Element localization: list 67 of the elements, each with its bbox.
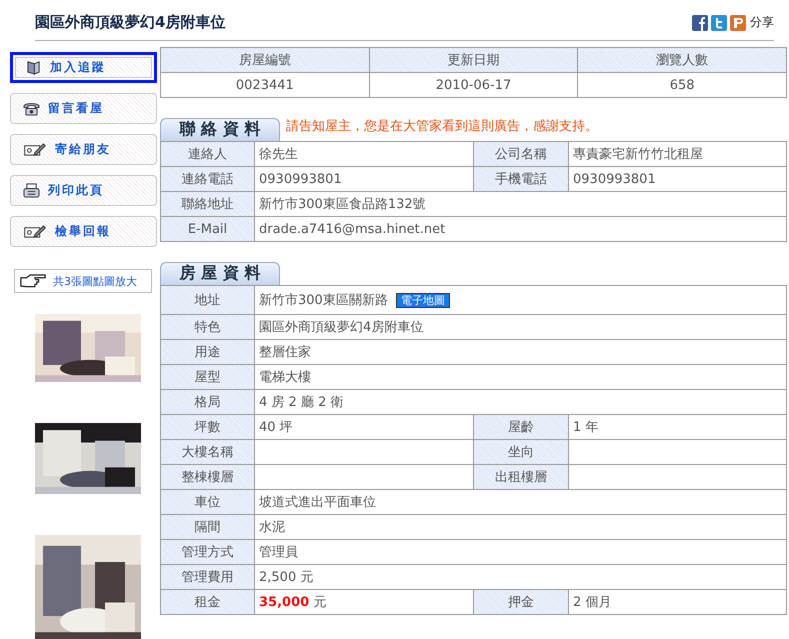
field-label: 手機電話: [474, 166, 568, 192]
pointing-hand-icon: [19, 272, 47, 290]
field-value: 新竹市300東區食品路132號: [254, 192, 786, 216]
field-value: 40 坪: [259, 420, 293, 435]
field-label: 整棟樓層: [160, 464, 254, 490]
field-label: 管理費用: [160, 564, 254, 590]
field-label: 特色: [160, 314, 254, 340]
phone-icon: [23, 101, 40, 116]
field-label: 大樓名稱: [160, 440, 254, 464]
field-value: 徐先生: [254, 142, 474, 166]
field-value: 2,500 元: [259, 570, 314, 585]
field-label: 公司名稱: [474, 142, 568, 166]
table-cell: 2010-06-17: [369, 72, 578, 98]
field-value: 整層住家: [259, 345, 311, 360]
table-cell: 658: [578, 72, 786, 98]
notice-text: 請告知屋主，您是在大管家看到這則廣告，感謝支持。: [286, 118, 598, 136]
field-label: 出租樓層: [474, 464, 568, 490]
column-header: 房屋編號: [160, 48, 370, 72]
field-value: 4 房 2 廳 2 衛: [259, 395, 344, 410]
field-value: 0930993801: [254, 166, 474, 192]
field-value: 新竹市300東區關新路: [259, 293, 388, 308]
field-value: 專責豪宅新竹竹北租屋: [568, 142, 786, 166]
field-label: 連絡電話: [160, 166, 254, 192]
action-button[interactable]: 寄給朋友: [10, 134, 157, 165]
field-label: 地址: [160, 286, 254, 314]
field-value: 水泥: [259, 520, 285, 535]
field-label: 聯絡地址: [160, 192, 254, 216]
action-button[interactable]: 加入追蹤: [10, 52, 157, 83]
page-title: 園區外商頂級夢幻4房附車位: [35, 13, 226, 32]
field-label: 管理方式: [160, 540, 254, 564]
pencil-card-icon: [23, 142, 47, 157]
field-value: 0930993801: [568, 166, 786, 192]
pencil-card-icon: [23, 224, 47, 239]
field-value: 電梯大樓: [259, 370, 311, 385]
field-value: 35,000 元: [259, 595, 326, 610]
action-button[interactable]: 留言看屋: [10, 93, 157, 124]
map-link[interactable]: 電子地圖: [396, 293, 450, 308]
field-value: 園區外商頂級夢幻4房附車位: [259, 320, 424, 335]
field-value: 2 個月: [573, 595, 612, 610]
column-header: 更新日期: [369, 48, 578, 72]
action-button[interactable]: 檢舉回報: [10, 216, 157, 247]
field-value: drade.a7416@msa.hinet.net: [254, 216, 786, 242]
column-header: 瀏覽人數: [578, 48, 786, 72]
field-label: 車位: [160, 490, 254, 514]
facebook-icon[interactable]: [692, 14, 708, 30]
twitter-icon[interactable]: [711, 14, 727, 30]
field-label: 坐向: [474, 440, 568, 464]
field-label: 押金: [474, 590, 568, 614]
field-value: 1 年: [573, 420, 598, 435]
field-value: 坡道式進出平面車位: [259, 495, 376, 510]
share-label[interactable]: 分享: [750, 14, 774, 31]
photo-hint[interactable]: 共3張圖點圖放大: [14, 269, 152, 293]
field-label: 租金: [160, 590, 254, 614]
field-label: 連絡人: [160, 142, 254, 166]
book-icon: [25, 60, 42, 75]
field-label: 屋齡: [474, 414, 568, 440]
plurk-icon[interactable]: [730, 14, 746, 30]
field-label: 格局: [160, 390, 254, 414]
field-label: 坪數: [160, 414, 254, 440]
table-cell: 0023441: [160, 72, 370, 98]
field-label: 用途: [160, 340, 254, 364]
field-label: E-Mail: [160, 216, 254, 242]
field-value: 管理員: [259, 545, 298, 560]
field-label: 屋型: [160, 364, 254, 390]
action-button[interactable]: 列印此頁: [10, 175, 157, 206]
field-label: 隔間: [160, 514, 254, 540]
printer-icon: [23, 183, 40, 198]
